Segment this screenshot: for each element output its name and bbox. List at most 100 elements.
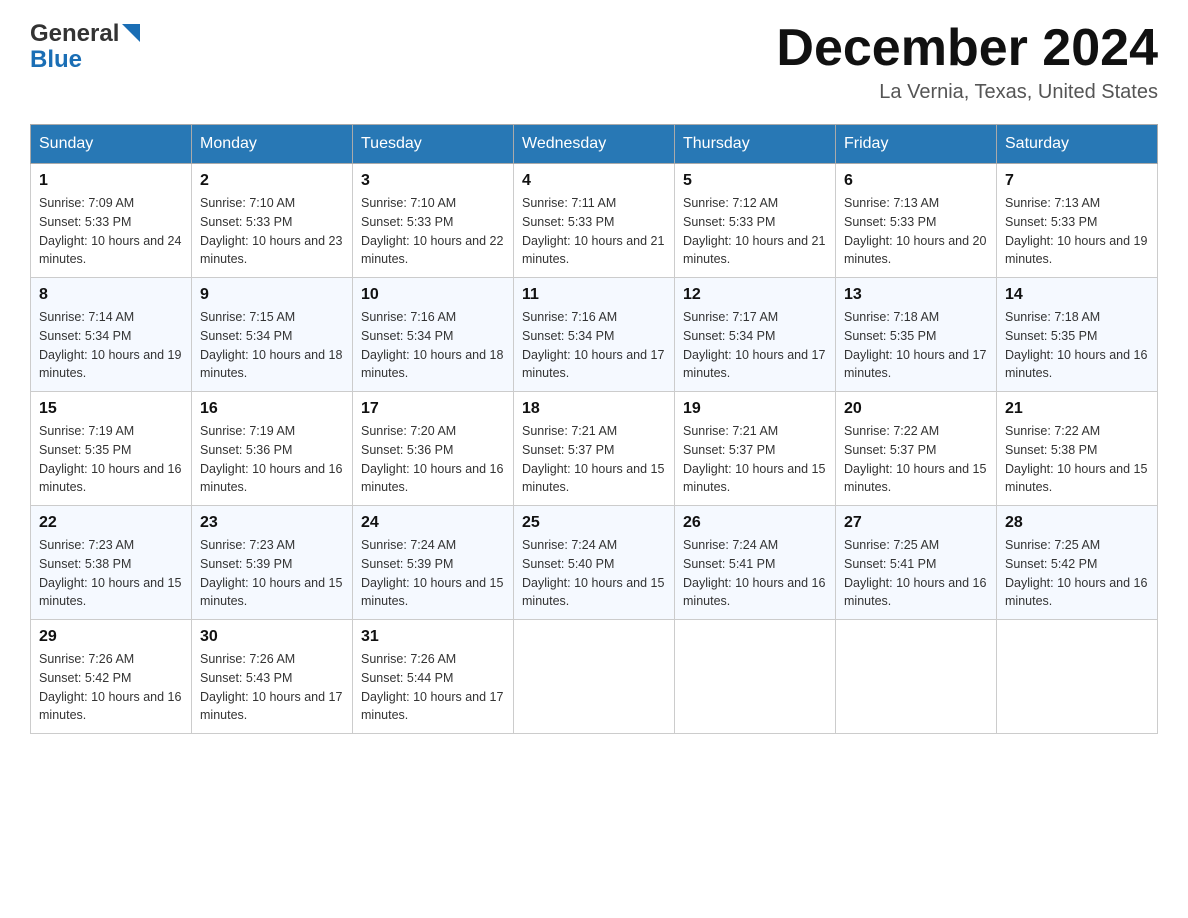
day-number: 25 bbox=[522, 514, 666, 532]
day-number: 22 bbox=[39, 514, 183, 532]
day-number: 30 bbox=[200, 628, 344, 646]
day-number: 2 bbox=[200, 172, 344, 190]
day-info: Sunrise: 7:26 AMSunset: 5:44 PMDaylight:… bbox=[361, 650, 505, 725]
calendar-cell: 4 Sunrise: 7:11 AMSunset: 5:33 PMDaylight… bbox=[514, 164, 675, 278]
day-info: Sunrise: 7:26 AMSunset: 5:43 PMDaylight:… bbox=[200, 650, 344, 725]
calendar-cell: 28 Sunrise: 7:25 AMSunset: 5:42 PMDayligh… bbox=[997, 506, 1158, 620]
calendar-week-row: 29 Sunrise: 7:26 AMSunset: 5:42 PMDayligh… bbox=[31, 620, 1158, 734]
calendar-cell: 5Sunrise: 7:12 AMSunset: 5:33 PMDaylight… bbox=[675, 164, 836, 278]
day-info: Sunrise: 7:11 AMSunset: 5:33 PMDaylight:… bbox=[522, 194, 666, 269]
calendar-cell bbox=[997, 620, 1158, 734]
day-number: 4 bbox=[522, 172, 666, 190]
day-info: Sunrise: 7:23 AMSunset: 5:38 PMDaylight:… bbox=[39, 536, 183, 611]
day-number: 18 bbox=[522, 400, 666, 418]
day-number: 3 bbox=[361, 172, 505, 190]
calendar-cell: 27Sunrise: 7:25 AMSunset: 5:41 PMDayligh… bbox=[836, 506, 997, 620]
day-number: 26 bbox=[683, 514, 827, 532]
day-info: Sunrise: 7:25 AMSunset: 5:41 PMDaylight:… bbox=[844, 536, 988, 611]
calendar-cell: 31 Sunrise: 7:26 AMSunset: 5:44 PMDayligh… bbox=[353, 620, 514, 734]
day-info: Sunrise: 7:23 AMSunset: 5:39 PMDaylight:… bbox=[200, 536, 344, 611]
day-info: Sunrise: 7:15 AMSunset: 5:34 PMDaylight:… bbox=[200, 308, 344, 383]
day-info: Sunrise: 7:20 AMSunset: 5:36 PMDaylight:… bbox=[361, 422, 505, 497]
calendar-cell: 15Sunrise: 7:19 AMSunset: 5:35 PMDayligh… bbox=[31, 392, 192, 506]
calendar-week-row: 22 Sunrise: 7:23 AMSunset: 5:38 PMDayligh… bbox=[31, 506, 1158, 620]
logo-general-text: General bbox=[30, 20, 119, 48]
day-number: 6 bbox=[844, 172, 988, 190]
day-info: Sunrise: 7:22 AMSunset: 5:38 PMDaylight:… bbox=[1005, 422, 1149, 497]
day-info: Sunrise: 7:25 AMSunset: 5:42 PMDaylight:… bbox=[1005, 536, 1149, 611]
day-number: 31 bbox=[361, 628, 505, 646]
day-number: 28 bbox=[1005, 514, 1149, 532]
day-number: 16 bbox=[200, 400, 344, 418]
calendar-header-sunday: Sunday bbox=[31, 125, 192, 164]
calendar-cell: 10 Sunrise: 7:16 AMSunset: 5:34 PMDayligh… bbox=[353, 278, 514, 392]
day-number: 7 bbox=[1005, 172, 1149, 190]
calendar-cell: 8 Sunrise: 7:14 AMSunset: 5:34 PMDaylight… bbox=[31, 278, 192, 392]
day-number: 13 bbox=[844, 286, 988, 304]
day-info: Sunrise: 7:13 AMSunset: 5:33 PMDaylight:… bbox=[1005, 194, 1149, 269]
day-info: Sunrise: 7:16 AMSunset: 5:34 PMDaylight:… bbox=[361, 308, 505, 383]
day-info: Sunrise: 7:14 AMSunset: 5:34 PMDaylight:… bbox=[39, 308, 183, 383]
day-info: Sunrise: 7:24 AMSunset: 5:40 PMDaylight:… bbox=[522, 536, 666, 611]
day-number: 11 bbox=[522, 286, 666, 304]
calendar-header-tuesday: Tuesday bbox=[353, 125, 514, 164]
day-info: Sunrise: 7:26 AMSunset: 5:42 PMDaylight:… bbox=[39, 650, 183, 725]
calendar-cell: 16Sunrise: 7:19 AMSunset: 5:36 PMDayligh… bbox=[192, 392, 353, 506]
calendar-week-row: 8 Sunrise: 7:14 AMSunset: 5:34 PMDaylight… bbox=[31, 278, 1158, 392]
calendar-cell: 13 Sunrise: 7:18 AMSunset: 5:35 PMDayligh… bbox=[836, 278, 997, 392]
logo: General Blue bbox=[30, 20, 140, 74]
calendar-cell: 14Sunrise: 7:18 AMSunset: 5:35 PMDayligh… bbox=[997, 278, 1158, 392]
calendar-week-row: 1 Sunrise: 7:09 AMSunset: 5:33 PMDaylight… bbox=[31, 164, 1158, 278]
page-header: General Blue December 2024 La Vernia, Te… bbox=[30, 20, 1158, 104]
calendar-header-friday: Friday bbox=[836, 125, 997, 164]
logo-row1: General bbox=[30, 20, 140, 48]
calendar-header-wednesday: Wednesday bbox=[514, 125, 675, 164]
day-number: 21 bbox=[1005, 400, 1149, 418]
calendar-cell: 9 Sunrise: 7:15 AMSunset: 5:34 PMDaylight… bbox=[192, 278, 353, 392]
calendar-cell: 17 Sunrise: 7:20 AMSunset: 5:36 PMDayligh… bbox=[353, 392, 514, 506]
calendar-cell bbox=[514, 620, 675, 734]
calendar-header-saturday: Saturday bbox=[997, 125, 1158, 164]
calendar-cell: 11 Sunrise: 7:16 AMSunset: 5:34 PMDayligh… bbox=[514, 278, 675, 392]
logo-blue-text: Blue bbox=[30, 46, 140, 74]
calendar-header-thursday: Thursday bbox=[675, 125, 836, 164]
day-number: 23 bbox=[200, 514, 344, 532]
day-number: 9 bbox=[200, 286, 344, 304]
day-number: 19 bbox=[683, 400, 827, 418]
day-info: Sunrise: 7:24 AMSunset: 5:39 PMDaylight:… bbox=[361, 536, 505, 611]
calendar-cell: 21 Sunrise: 7:22 AMSunset: 5:38 PMDayligh… bbox=[997, 392, 1158, 506]
day-number: 12 bbox=[683, 286, 827, 304]
calendar-cell bbox=[675, 620, 836, 734]
calendar-cell: 19 Sunrise: 7:21 AMSunset: 5:37 PMDayligh… bbox=[675, 392, 836, 506]
day-number: 10 bbox=[361, 286, 505, 304]
day-number: 14 bbox=[1005, 286, 1149, 304]
calendar-cell: 24Sunrise: 7:24 AMSunset: 5:39 PMDayligh… bbox=[353, 506, 514, 620]
day-info: Sunrise: 7:12 AMSunset: 5:33 PMDaylight:… bbox=[683, 194, 827, 269]
day-info: Sunrise: 7:18 AMSunset: 5:35 PMDaylight:… bbox=[844, 308, 988, 383]
day-number: 29 bbox=[39, 628, 183, 646]
calendar-cell: 25 Sunrise: 7:24 AMSunset: 5:40 PMDayligh… bbox=[514, 506, 675, 620]
calendar-cell: 20Sunrise: 7:22 AMSunset: 5:37 PMDayligh… bbox=[836, 392, 997, 506]
day-number: 20 bbox=[844, 400, 988, 418]
day-number: 17 bbox=[361, 400, 505, 418]
day-info: Sunrise: 7:13 AMSunset: 5:33 PMDaylight:… bbox=[844, 194, 988, 269]
day-info: Sunrise: 7:16 AMSunset: 5:34 PMDaylight:… bbox=[522, 308, 666, 383]
calendar-cell: 2Sunrise: 7:10 AMSunset: 5:33 PMDaylight… bbox=[192, 164, 353, 278]
calendar-cell: 12Sunrise: 7:17 AMSunset: 5:34 PMDayligh… bbox=[675, 278, 836, 392]
day-info: Sunrise: 7:21 AMSunset: 5:37 PMDaylight:… bbox=[522, 422, 666, 497]
day-info: Sunrise: 7:21 AMSunset: 5:37 PMDaylight:… bbox=[683, 422, 827, 497]
day-info: Sunrise: 7:24 AMSunset: 5:41 PMDaylight:… bbox=[683, 536, 827, 611]
title-block: December 2024 La Vernia, Texas, United S… bbox=[776, 20, 1158, 104]
calendar-cell: 26 Sunrise: 7:24 AMSunset: 5:41 PMDayligh… bbox=[675, 506, 836, 620]
logo-arrow-icon bbox=[122, 24, 140, 42]
day-number: 8 bbox=[39, 286, 183, 304]
calendar-cell: 18 Sunrise: 7:21 AMSunset: 5:37 PMDayligh… bbox=[514, 392, 675, 506]
calendar-cell: 29 Sunrise: 7:26 AMSunset: 5:42 PMDayligh… bbox=[31, 620, 192, 734]
calendar-cell: 6 Sunrise: 7:13 AMSunset: 5:33 PMDaylight… bbox=[836, 164, 997, 278]
day-info: Sunrise: 7:09 AMSunset: 5:33 PMDaylight:… bbox=[39, 194, 183, 269]
calendar-cell: 7 Sunrise: 7:13 AMSunset: 5:33 PMDaylight… bbox=[997, 164, 1158, 278]
calendar-cell: 1 Sunrise: 7:09 AMSunset: 5:33 PMDaylight… bbox=[31, 164, 192, 278]
calendar-cell: 22 Sunrise: 7:23 AMSunset: 5:38 PMDayligh… bbox=[31, 506, 192, 620]
day-number: 1 bbox=[39, 172, 183, 190]
calendar-header-monday: Monday bbox=[192, 125, 353, 164]
